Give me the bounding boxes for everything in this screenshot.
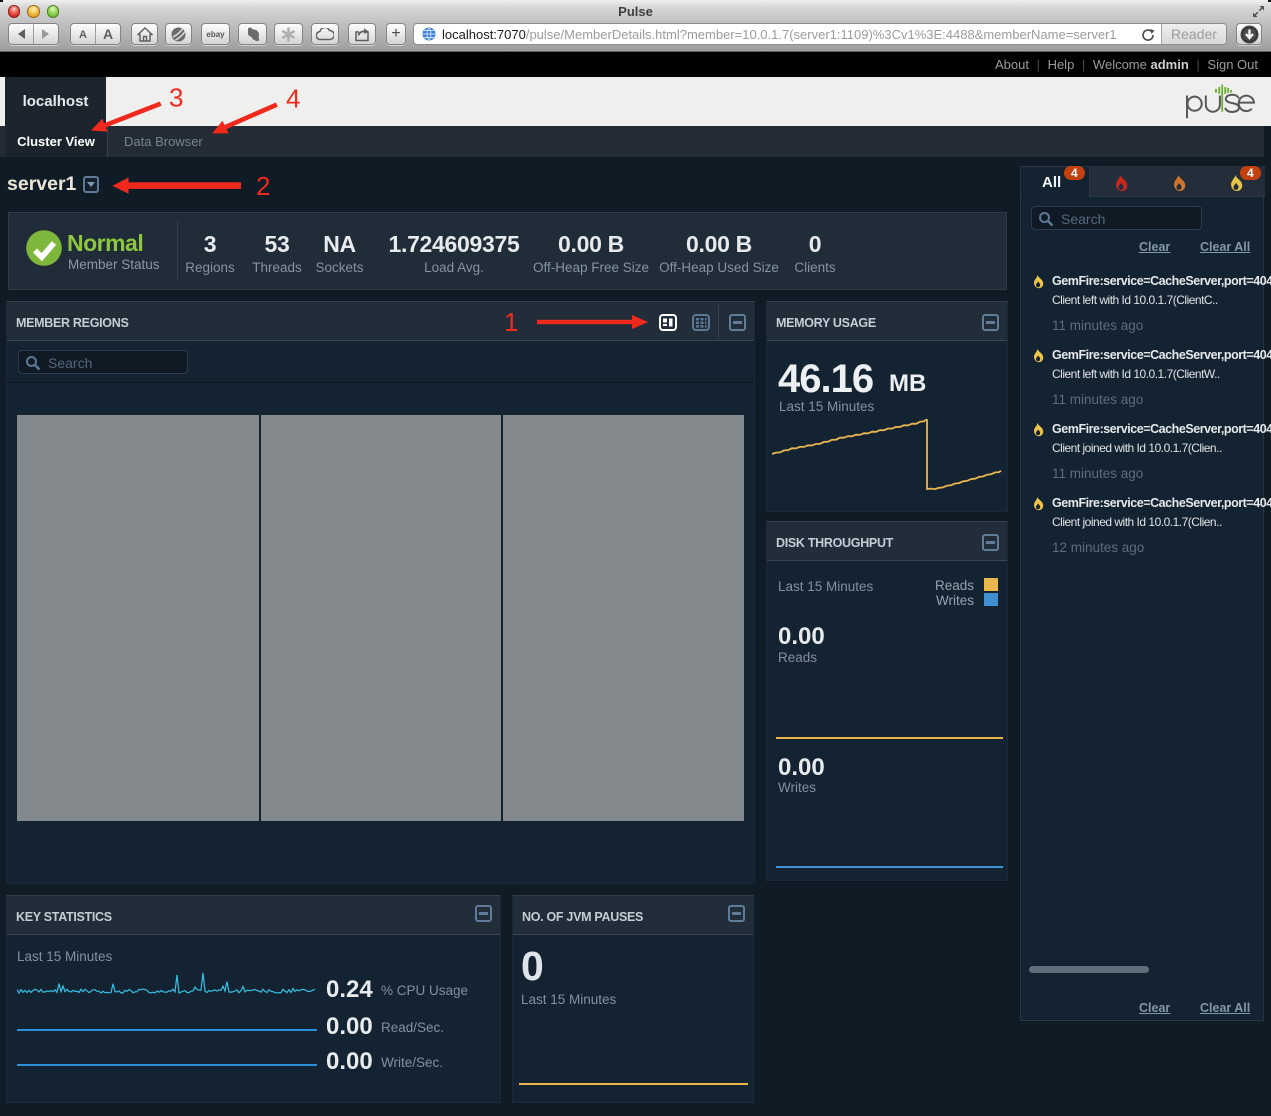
svg-text:2: 2 bbox=[256, 171, 270, 201]
svg-text:A: A bbox=[79, 29, 87, 41]
svg-text:A: A bbox=[103, 26, 113, 42]
